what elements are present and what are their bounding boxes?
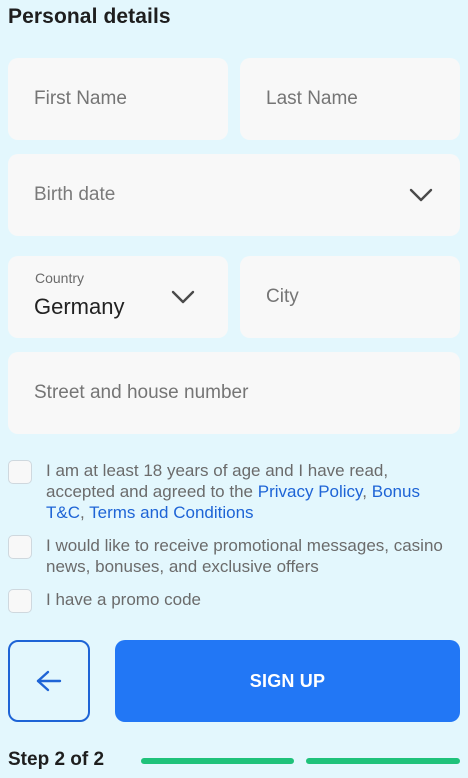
promo-messages-row: I would like to receive promotional mess… [8, 535, 448, 577]
last-name-field[interactable] [240, 58, 460, 140]
promo-code-checkbox[interactable] [8, 589, 32, 613]
age-consent-separator: , [80, 503, 90, 522]
country-select[interactable]: Country Germany [8, 256, 228, 338]
age-consent-comma: , [362, 482, 368, 501]
chevron-down-icon [409, 188, 433, 202]
birth-date-placeholder: Birth date [34, 184, 116, 205]
sign-up-label: SIGN UP [249, 670, 326, 691]
progress-segment-2 [306, 758, 460, 764]
promo-messages-checkbox[interactable] [8, 535, 32, 559]
back-button[interactable] [8, 640, 90, 722]
sign-up-button[interactable]: SIGN UP [115, 640, 460, 722]
age-consent-row: I am at least 18 years of age and I have… [8, 460, 448, 523]
last-name-input[interactable] [240, 58, 460, 140]
first-name-field[interactable] [8, 58, 228, 140]
progress-segment-1 [141, 758, 294, 764]
street-input[interactable] [8, 352, 460, 434]
privacy-policy-link[interactable]: Privacy Policy [258, 482, 363, 501]
age-consent-checkbox[interactable] [8, 460, 32, 484]
chevron-down-icon [171, 290, 195, 304]
country-value: Germany [34, 294, 125, 319]
city-input[interactable] [240, 256, 460, 338]
promo-code-text: I have a promo code [46, 590, 201, 609]
age-consent-text: I am at least 18 years of age and I have… [46, 460, 448, 523]
arrow-left-icon [36, 670, 62, 692]
promo-messages-text: I would like to receive promotional mess… [46, 536, 443, 576]
city-field[interactable] [240, 256, 460, 338]
country-label: Country [35, 270, 85, 286]
street-field[interactable] [8, 352, 460, 434]
first-name-input[interactable] [8, 58, 228, 140]
birth-date-select[interactable]: Birth date [8, 154, 460, 236]
page-title: Personal details [8, 5, 171, 28]
promo-code-row: I have a promo code [8, 589, 448, 613]
step-indicator: Step 2 of 2 [8, 749, 105, 770]
terms-conditions-link[interactable]: Terms and Conditions [89, 503, 253, 522]
